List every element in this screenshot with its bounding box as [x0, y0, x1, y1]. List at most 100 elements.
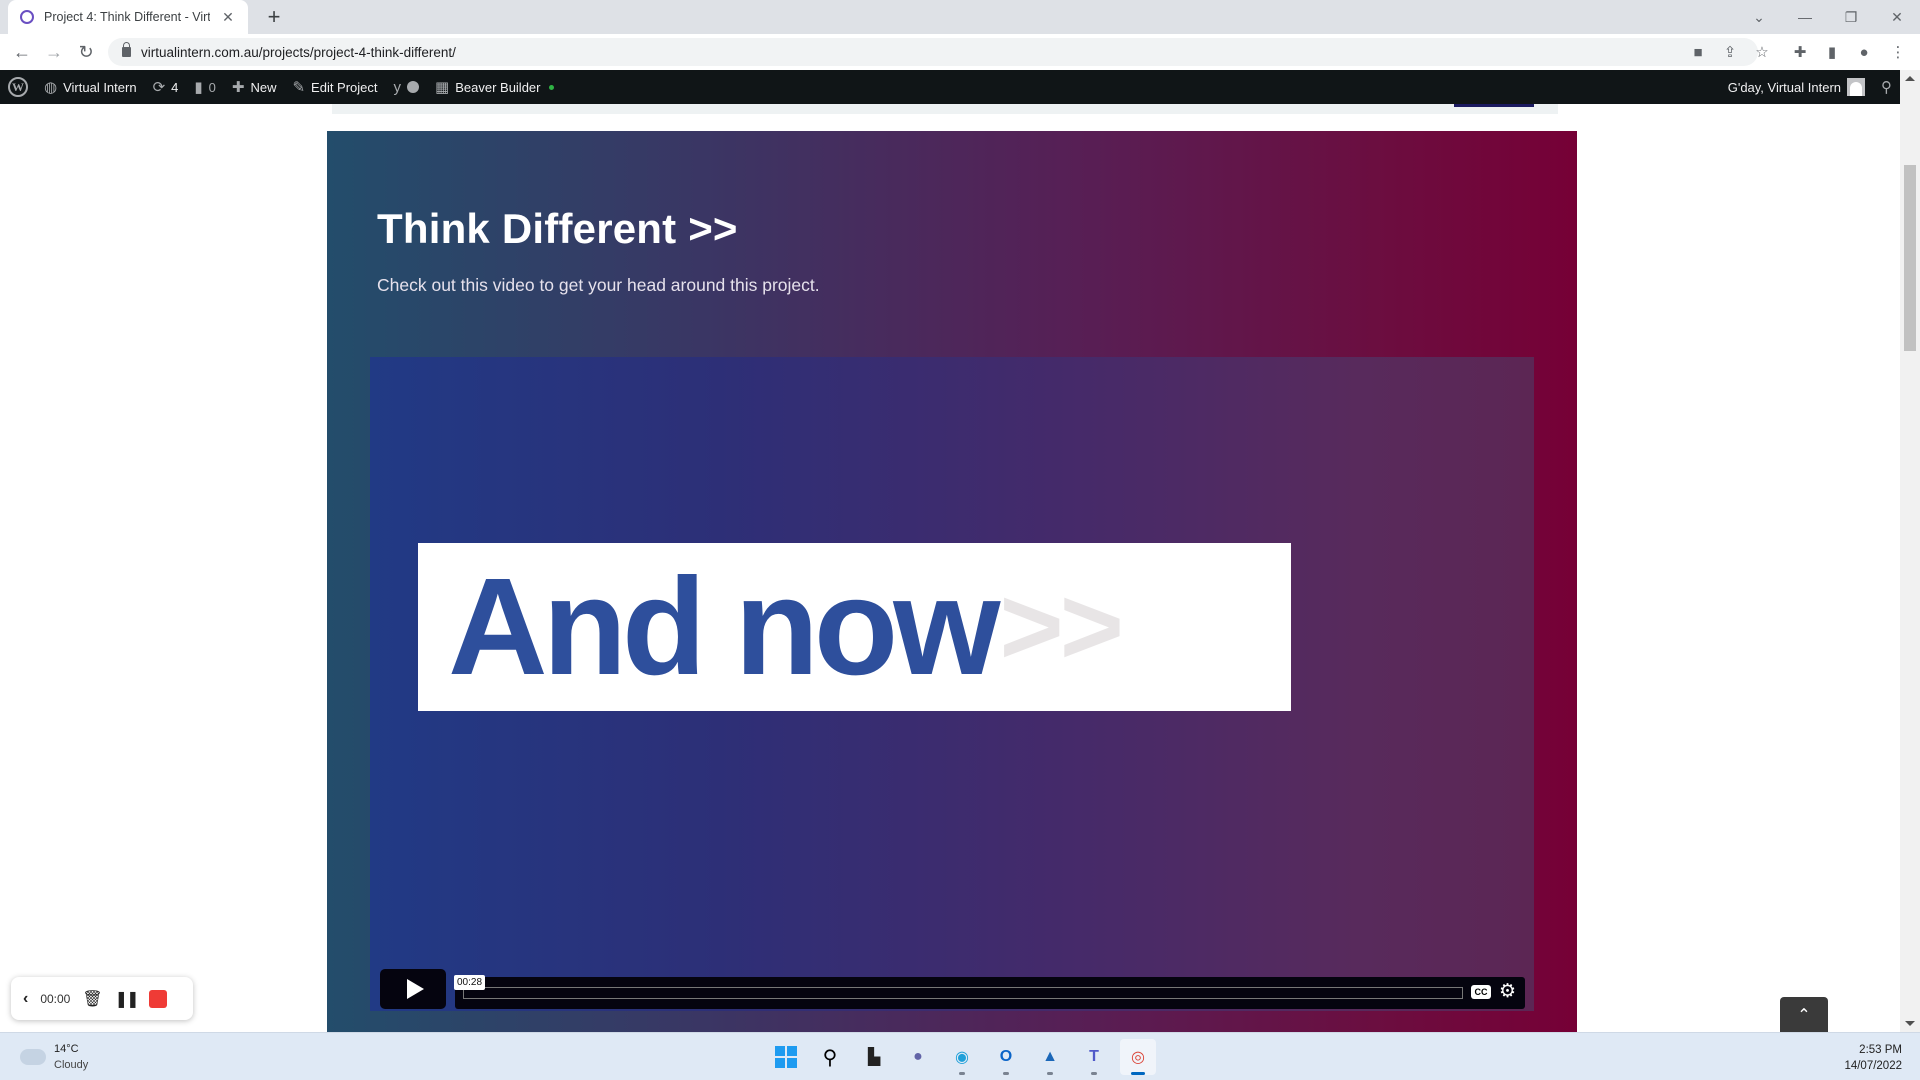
- wordpress-logo-icon: W: [8, 77, 28, 97]
- scrollbar-thumb[interactable]: [1904, 165, 1916, 351]
- admin-search-button[interactable]: ⚲: [1873, 70, 1900, 104]
- restore-button[interactable]: ❐: [1828, 0, 1874, 34]
- edit-project-link[interactable]: ✎ Edit Project: [284, 70, 385, 104]
- profile-icon[interactable]: ●: [1850, 38, 1878, 66]
- camera-icon[interactable]: ■: [1684, 38, 1712, 66]
- taskbar-search-button[interactable]: ⚲: [812, 1039, 848, 1075]
- chevron-up-icon: ⌃: [1797, 1007, 1811, 1024]
- share-icon[interactable]: ⇪: [1716, 38, 1744, 66]
- outlook-icon: O: [999, 1048, 1013, 1065]
- start-button[interactable]: [768, 1039, 804, 1075]
- bookmark-star-icon[interactable]: ☆: [1748, 38, 1776, 66]
- task-view-icon: ▙: [867, 1049, 881, 1066]
- dashboard-icon: ◍: [44, 79, 58, 96]
- greeting: G'day, Virtual Intern: [1727, 79, 1841, 95]
- hero-section: Think Different >> Check out this video …: [327, 131, 1577, 1032]
- side-panel-icon[interactable]: ▮: [1818, 38, 1846, 66]
- page-scrollbar[interactable]: [1900, 70, 1920, 1032]
- scroll-down-arrow-icon[interactable]: [1905, 1021, 1915, 1026]
- browser-toolbar: ← → ↻ virtualintern.com.au/projects/proj…: [0, 34, 1920, 70]
- screen-recorder-widget: ‹ 00:00 🗑 ❚❚: [11, 977, 193, 1020]
- recording-time: 00:00: [40, 991, 71, 1006]
- cloud-icon: [20, 1049, 46, 1065]
- captions-button[interactable]: CC: [1471, 985, 1491, 999]
- new-content-menu[interactable]: ✚ New: [224, 70, 285, 104]
- time-tooltip: 00:28: [454, 975, 486, 990]
- beaver-builder-link[interactable]: ▦ Beaver Builder: [427, 70, 561, 104]
- edge-icon: ◉: [955, 1049, 969, 1066]
- running-indicator: [1047, 1072, 1053, 1075]
- site-name-menu[interactable]: ◍ Virtual Intern: [36, 70, 145, 104]
- temperature: 14°C: [54, 1043, 79, 1055]
- running-indicator: [959, 1072, 965, 1075]
- comments-menu[interactable]: ▮ 0: [186, 70, 224, 104]
- scroll-up-arrow-icon[interactable]: [1905, 76, 1915, 81]
- forward-arrow-icon[interactable]: →: [40, 38, 68, 66]
- search-icon: ⚲: [822, 1046, 838, 1069]
- play-button[interactable]: [380, 969, 446, 1009]
- new-tab-button[interactable]: +: [260, 4, 288, 30]
- outlook-button[interactable]: O: [988, 1039, 1024, 1075]
- edge-button[interactable]: ◉: [944, 1039, 980, 1075]
- teams-button[interactable]: T: [1076, 1039, 1112, 1075]
- running-indicator: [1131, 1072, 1145, 1075]
- menu-kebab-icon[interactable]: ⋮: [1884, 38, 1912, 66]
- url-text: virtualintern.com.au/projects/project-4-…: [141, 44, 456, 60]
- site-favicon-icon: [20, 10, 34, 24]
- tab-title: Project 4: Think Different - Virtual Int…: [44, 10, 210, 24]
- running-indicator: [1003, 1072, 1009, 1075]
- photos-button[interactable]: ▲: [1032, 1039, 1068, 1075]
- search-icon: ⚲: [1881, 79, 1892, 96]
- weather-condition: Cloudy: [54, 1059, 89, 1071]
- trash-icon[interactable]: 🗑: [82, 989, 102, 1009]
- account-menu[interactable]: G'day, Virtual Intern: [1720, 70, 1873, 104]
- site-name: Virtual Intern: [63, 79, 137, 95]
- close-window-button[interactable]: ✕: [1874, 0, 1920, 34]
- edit-project-label: Edit Project: [311, 79, 378, 95]
- video-frame-card: And now >>: [418, 543, 1291, 711]
- page-subtitle: Check out this video to get your head ar…: [377, 275, 820, 295]
- browser-tab[interactable]: Project 4: Think Different - Virtual Int…: [8, 0, 248, 34]
- wp-logo-menu[interactable]: W: [0, 70, 36, 104]
- yoast-icon: y: [393, 78, 402, 96]
- settings-gear-icon[interactable]: ⚙: [1499, 980, 1516, 1003]
- builder-status-dot-icon: [548, 84, 554, 90]
- system-clock[interactable]: 2:53 PM 14/07/2022: [1844, 1042, 1902, 1074]
- back-arrow-icon[interactable]: ←: [8, 38, 36, 66]
- tab-search-button[interactable]: ⌄: [1736, 0, 1782, 34]
- clock-date: 14/07/2022: [1844, 1060, 1902, 1072]
- minimize-button[interactable]: —: [1782, 0, 1828, 34]
- header-strip: [332, 104, 1558, 114]
- extensions-icon[interactable]: ✚: [1786, 38, 1814, 66]
- tab-close-icon[interactable]: ✕: [220, 9, 236, 26]
- windows-taskbar: 14°C Cloudy ⚲ ▙ ● ◉ O ▲ T ◎ 2:53 PM 14/0…: [0, 1032, 1920, 1080]
- stop-recording-button[interactable]: [149, 989, 168, 1008]
- video-progress-bar[interactable]: 00:28: [454, 975, 1463, 999]
- beaver-builder-label: Beaver Builder: [455, 79, 541, 95]
- task-view-button[interactable]: ▙: [856, 1039, 892, 1075]
- teams-chat-button[interactable]: ●: [900, 1039, 936, 1075]
- page-title: Think Different >>: [377, 205, 738, 252]
- video-player[interactable]: And now >> 00:28 CC ⚙: [370, 357, 1534, 1011]
- chat-icon: ●: [913, 1048, 923, 1065]
- reload-icon[interactable]: ↻: [72, 38, 100, 66]
- updates-count: 4: [171, 79, 179, 95]
- new-label: New: [250, 79, 277, 95]
- yoast-seo-menu[interactable]: y: [386, 70, 428, 104]
- pause-icon[interactable]: ❚❚: [115, 989, 140, 1009]
- comment-icon: ▮: [194, 79, 203, 96]
- chrome-button[interactable]: ◎: [1120, 1039, 1156, 1075]
- builder-grid-icon: ▦: [435, 79, 450, 96]
- updates-menu[interactable]: ⟳ 4: [145, 70, 187, 104]
- updates-icon: ⟳: [152, 79, 166, 96]
- video-frame-text: And now: [448, 550, 1001, 704]
- scroll-to-top-button[interactable]: ⌃: [1780, 997, 1828, 1032]
- plus-icon: ✚: [231, 79, 245, 96]
- running-indicator: [1091, 1072, 1097, 1075]
- address-bar[interactable]: virtualintern.com.au/projects/project-4-…: [108, 38, 1758, 66]
- wp-admin-bar: W ◍ Virtual Intern ⟳ 4 ▮ 0 ✚ New ✎ Edit …: [0, 70, 1900, 104]
- chevron-left-icon[interactable]: ‹: [23, 990, 28, 1008]
- weather-widget[interactable]: 14°C Cloudy: [20, 1041, 88, 1073]
- browser-tab-strip: Project 4: Think Different - Virtual Int…: [0, 0, 1920, 34]
- pencil-icon: ✎: [292, 79, 306, 96]
